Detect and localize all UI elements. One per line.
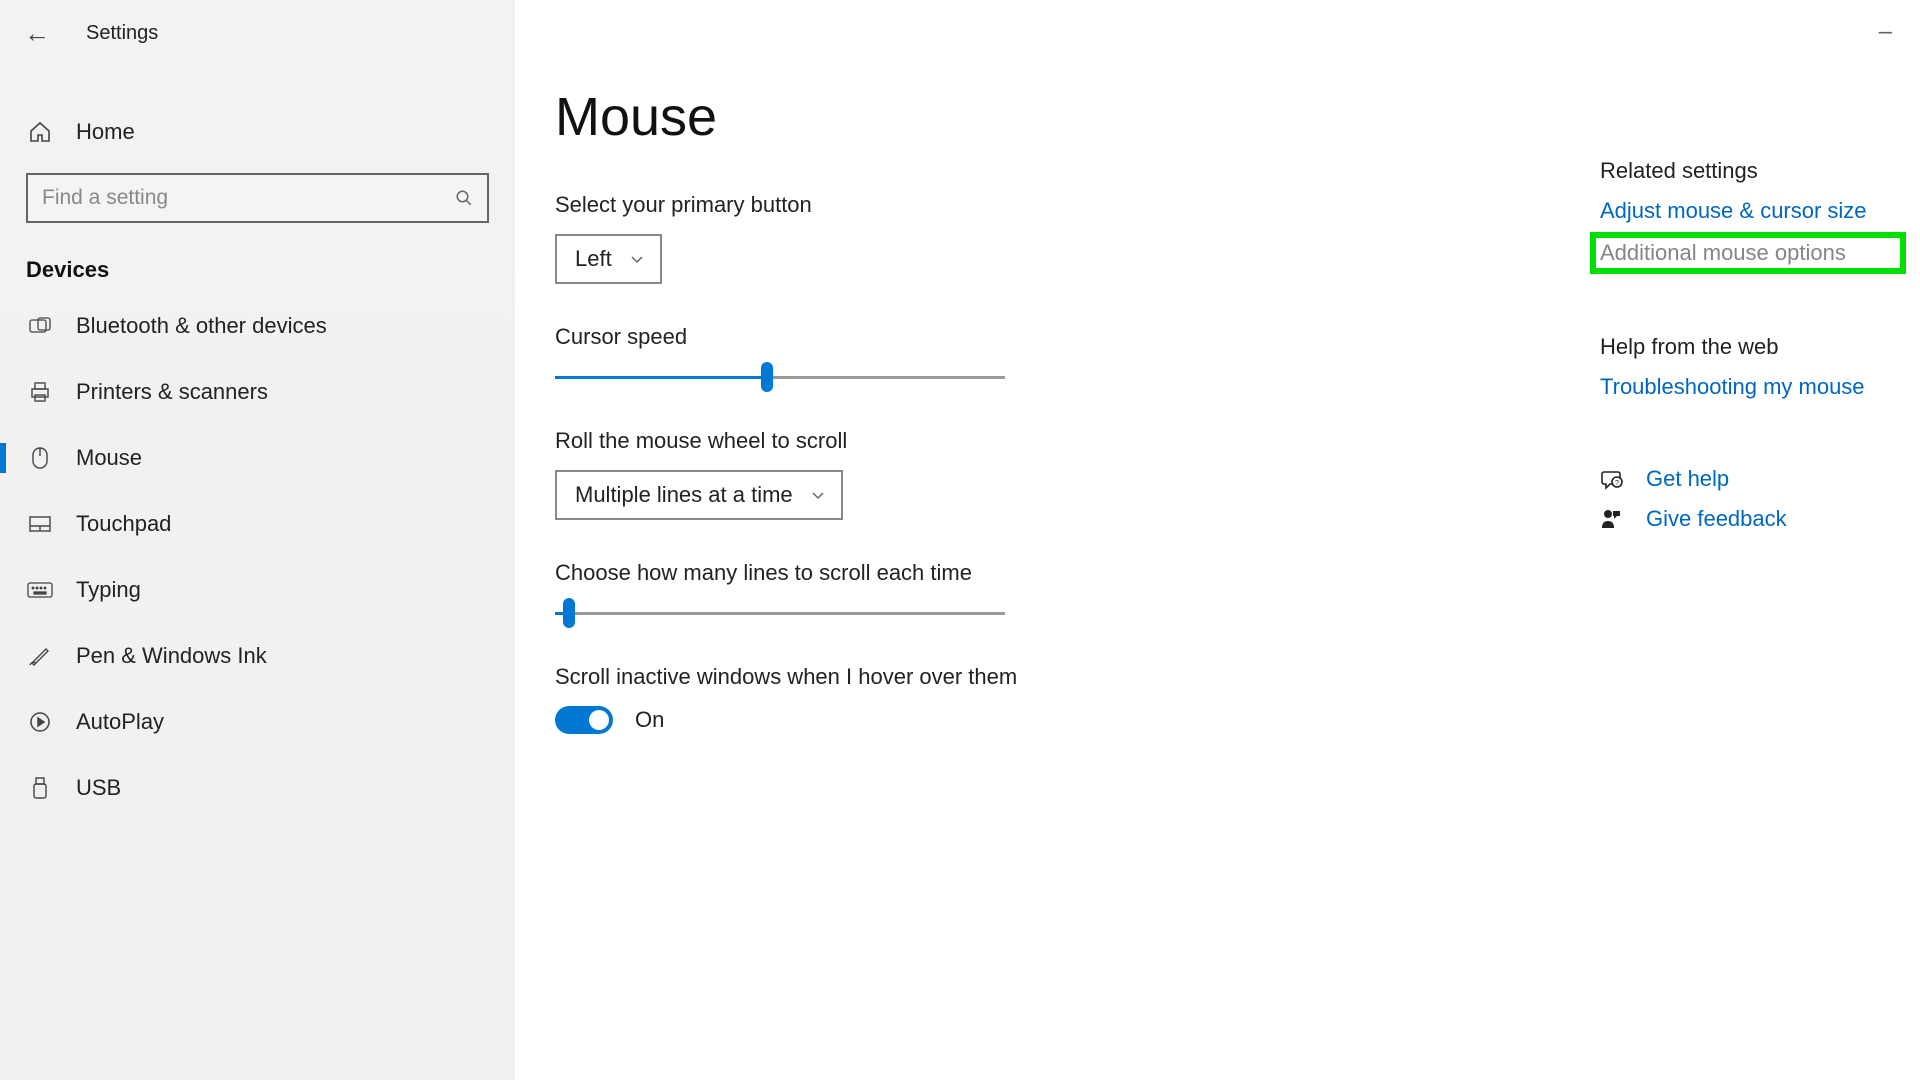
sidebar-item-autoplay[interactable]: AutoPlay — [0, 689, 515, 755]
keyboard-icon — [26, 582, 54, 598]
sidebar-item-touchpad[interactable]: Touchpad — [0, 491, 515, 557]
chat-help-icon: ? — [1600, 468, 1624, 490]
app-title: Settings — [86, 22, 158, 45]
give-feedback-link[interactable]: Give feedback — [1600, 506, 1900, 532]
search-input-wrapper[interactable] — [26, 173, 489, 223]
scroll-lines-label: Choose how many lines to scroll each tim… — [555, 560, 1600, 586]
mouse-icon — [26, 446, 54, 470]
primary-button-label: Select your primary button — [555, 192, 1600, 218]
sidebar-item-label: USB — [76, 775, 121, 801]
scroll-lines-slider[interactable] — [555, 602, 1005, 624]
sidebar-item-label: Touchpad — [76, 511, 171, 537]
sidebar-item-label: AutoPlay — [76, 709, 164, 735]
sidebar-item-home[interactable]: Home — [0, 105, 515, 159]
inactive-windows-label: Scroll inactive windows when I hover ove… — [555, 664, 1600, 690]
sidebar-item-printers[interactable]: Printers & scanners — [0, 359, 515, 425]
sidebar-item-bluetooth[interactable]: Bluetooth & other devices — [0, 293, 515, 359]
page-title: Mouse — [555, 86, 1600, 148]
scroll-wheel-dropdown[interactable]: Multiple lines at a time — [555, 470, 843, 520]
usb-icon — [26, 776, 54, 800]
search-icon — [455, 189, 473, 207]
sidebar-item-pen[interactable]: Pen & Windows Ink — [0, 623, 515, 689]
primary-button-dropdown[interactable]: Left — [555, 234, 662, 284]
scroll-wheel-value: Multiple lines at a time — [575, 482, 793, 508]
get-help-link[interactable]: ? Get help — [1600, 466, 1900, 492]
inactive-windows-state: On — [635, 707, 664, 733]
sidebar-item-typing[interactable]: Typing — [0, 557, 515, 623]
cursor-speed-label: Cursor speed — [555, 324, 1600, 350]
cursor-speed-slider[interactable] — [555, 366, 1005, 388]
touchpad-icon — [26, 515, 54, 533]
sidebar-item-label: Printers & scanners — [76, 379, 268, 405]
link-additional-mouse-options[interactable]: Additional mouse options — [1596, 238, 1900, 268]
inactive-windows-toggle[interactable] — [555, 706, 613, 734]
link-adjust-cursor-size[interactable]: Adjust mouse & cursor size — [1600, 198, 1900, 224]
sidebar-item-label: Bluetooth & other devices — [76, 313, 327, 339]
get-help-label: Get help — [1646, 466, 1729, 492]
sidebar-item-label: Pen & Windows Ink — [76, 643, 267, 669]
sidebar: ← Settings Home Devices Bluetooth & othe… — [0, 0, 515, 1080]
sidebar-item-label: Mouse — [76, 445, 142, 471]
related-settings-heading: Related settings — [1600, 158, 1900, 184]
give-feedback-label: Give feedback — [1646, 506, 1787, 532]
right-panel: Related settings Adjust mouse & cursor s… — [1600, 0, 1920, 1080]
home-icon — [26, 120, 54, 144]
sidebar-item-mouse[interactable]: Mouse — [0, 425, 515, 491]
link-troubleshooting-mouse[interactable]: Troubleshooting my mouse — [1600, 374, 1900, 400]
pen-icon — [26, 645, 54, 667]
bluetooth-icon — [26, 316, 54, 336]
main-content: Mouse Select your primary button Left Cu… — [515, 0, 1920, 1080]
scroll-wheel-label: Roll the mouse wheel to scroll — [555, 428, 1600, 454]
feedback-icon — [1600, 508, 1624, 530]
chevron-down-icon — [630, 254, 644, 264]
slider-thumb[interactable] — [563, 598, 575, 628]
sidebar-item-usb[interactable]: USB — [0, 755, 515, 821]
sidebar-category-label: Devices — [0, 223, 515, 293]
help-from-web-heading: Help from the web — [1600, 334, 1900, 360]
toggle-knob — [589, 710, 609, 730]
search-input[interactable] — [42, 186, 455, 210]
back-button[interactable]: ← — [24, 18, 50, 49]
primary-button-value: Left — [575, 246, 612, 272]
slider-thumb[interactable] — [761, 362, 773, 392]
autoplay-icon — [26, 710, 54, 734]
sidebar-home-label: Home — [76, 119, 135, 145]
svg-text:?: ? — [1615, 480, 1619, 487]
printer-icon — [26, 381, 54, 403]
sidebar-item-label: Typing — [76, 577, 141, 603]
minimize-button[interactable]: – — [1879, 18, 1892, 46]
chevron-down-icon — [811, 490, 825, 500]
